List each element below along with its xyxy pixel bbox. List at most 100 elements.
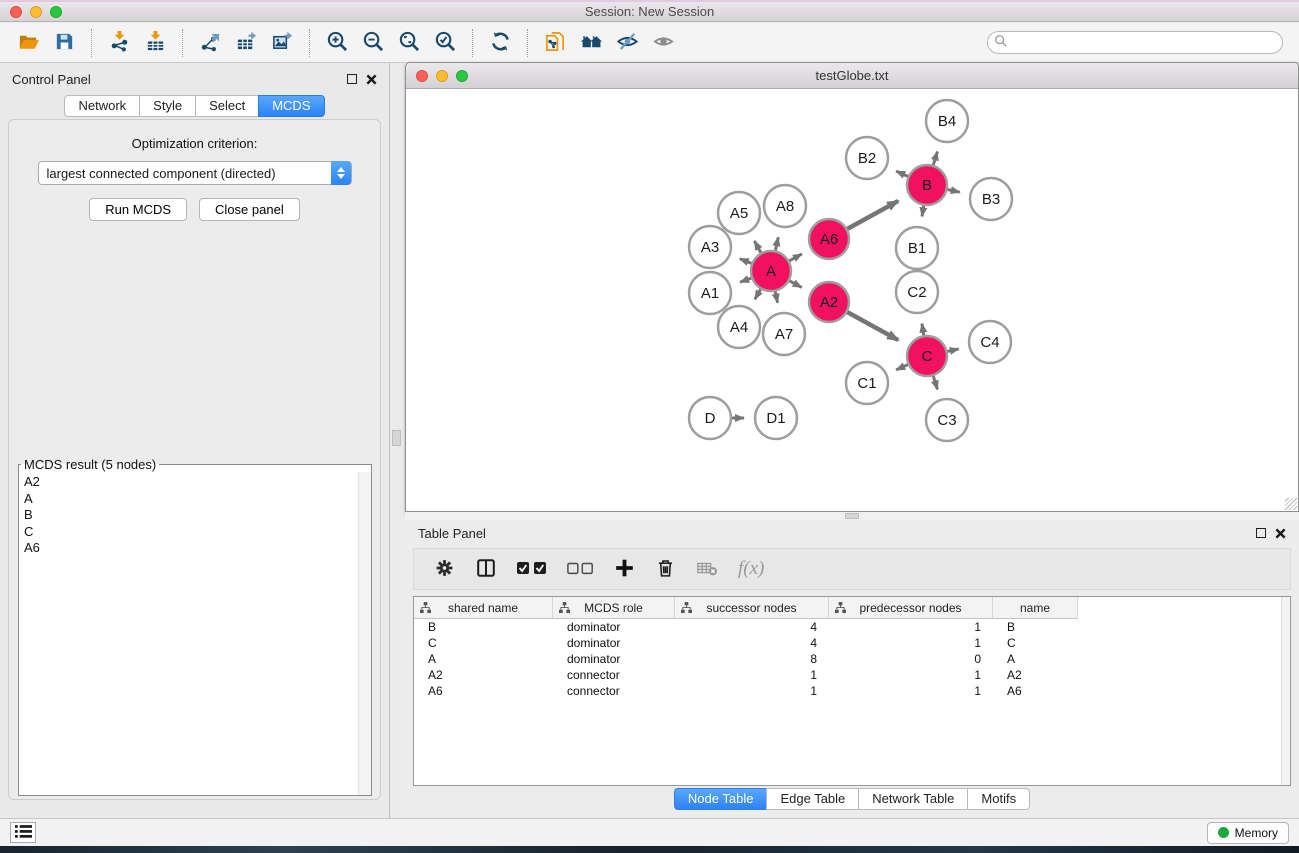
run-mcds-button[interactable]: Run MCDS (89, 198, 187, 221)
edge-A-A4[interactable] (755, 289, 761, 299)
table-cell[interactable]: dominator (553, 651, 675, 667)
column-header-shared-name[interactable]: shared name (414, 597, 553, 619)
show-graphics-details-button[interactable] (648, 28, 678, 58)
tab-style[interactable]: Style (139, 95, 196, 117)
table-cell[interactable]: 1 (829, 635, 993, 651)
vertical-splitter[interactable] (390, 63, 405, 818)
table-cell[interactable]: B (414, 619, 553, 635)
table-cell[interactable]: A (993, 651, 1078, 667)
new-network-from-selection-button[interactable] (540, 28, 570, 58)
table-cell[interactable]: A2 (414, 667, 553, 683)
edge-C-C2[interactable] (922, 324, 924, 336)
table-cell[interactable]: 4 (675, 619, 829, 635)
edge-A-A5[interactable] (754, 241, 760, 253)
export-image-button[interactable] (267, 28, 297, 58)
edge-A-A8[interactable] (775, 237, 778, 250)
column-header-name[interactable]: name (993, 597, 1078, 619)
table-cell[interactable]: dominator (553, 635, 675, 651)
table-cell[interactable]: A6 (414, 683, 553, 699)
table-tab-edge-table[interactable]: Edge Table (766, 788, 859, 810)
home-button[interactable] (576, 28, 606, 58)
column-view-button[interactable] (475, 554, 497, 584)
table-cell[interactable]: connector (553, 667, 675, 683)
column-header-successor-nodes[interactable]: successor nodes (675, 597, 829, 619)
edge-B-B4[interactable] (933, 152, 937, 165)
tab-mcds[interactable]: MCDS (258, 95, 324, 117)
search-input[interactable] (1012, 36, 1282, 50)
table-row[interactable]: A6connector11A6 (414, 683, 1290, 699)
zoom-selected-button[interactable] (430, 28, 460, 58)
result-scrollbar[interactable] (358, 472, 371, 795)
close-panel-icon[interactable] (366, 74, 377, 85)
edge-A2-C[interactable] (847, 312, 898, 340)
splitter-grip[interactable] (845, 513, 859, 519)
import-table-button[interactable] (140, 28, 170, 58)
task-history-button[interactable] (10, 822, 36, 843)
result-list-item[interactable]: B (20, 507, 357, 524)
edge-C-C1[interactable] (896, 365, 908, 370)
table-cell[interactable]: dominator (553, 619, 675, 635)
table-cell[interactable]: B (993, 619, 1078, 635)
edge-C-C4[interactable] (947, 349, 958, 352)
criterion-dropdown[interactable]: largest connected component (directed) (38, 161, 352, 185)
edge-A-A2[interactable] (790, 281, 802, 287)
edge-A6-B[interactable] (847, 201, 898, 229)
tab-select[interactable]: Select (195, 95, 259, 117)
result-list-item[interactable]: A2 (20, 474, 357, 491)
select-all-checkboxes-button[interactable] (517, 554, 547, 584)
zoom-fit-button[interactable] (394, 28, 424, 58)
table-cell[interactable]: A (414, 651, 553, 667)
refresh-layout-button[interactable] (485, 28, 515, 58)
table-cell[interactable]: 1 (829, 667, 993, 683)
zoom-out-button[interactable] (358, 28, 388, 58)
search-field[interactable] (987, 31, 1283, 54)
table-cell[interactable]: 4 (675, 635, 829, 651)
table-options-button[interactable] (434, 554, 455, 584)
delete-column-button[interactable] (655, 554, 676, 584)
table-tab-motifs[interactable]: Motifs (967, 788, 1030, 810)
edge-A-A3[interactable] (740, 259, 752, 264)
horizontal-splitter[interactable] (405, 512, 1299, 520)
table-row[interactable]: A2connector11A2 (414, 667, 1290, 683)
edge-B-B2[interactable] (896, 171, 908, 176)
import-network-button[interactable] (104, 28, 134, 58)
float-panel-icon[interactable] (1256, 528, 1266, 538)
table-tab-network-table[interactable]: Network Table (858, 788, 968, 810)
edge-A-A7[interactable] (775, 292, 777, 303)
table-tab-node-table[interactable]: Node Table (674, 788, 768, 810)
tab-network[interactable]: Network (64, 95, 140, 117)
edge-C-C3[interactable] (933, 376, 937, 389)
splitter-grip[interactable] (392, 430, 401, 446)
edge-A-A1[interactable] (740, 278, 751, 282)
table-scrollbar[interactable] (1281, 597, 1290, 785)
hide-graphics-details-button[interactable] (612, 28, 642, 58)
function-builder-button[interactable]: f(x) (738, 554, 764, 584)
table-row[interactable]: Cdominator41C (414, 635, 1290, 651)
result-list-item[interactable]: A6 (20, 540, 357, 557)
open-session-button[interactable] (13, 28, 43, 58)
memory-button[interactable]: Memory (1207, 822, 1289, 844)
table-cell[interactable]: 1 (675, 667, 829, 683)
export-table-button[interactable] (231, 28, 261, 58)
table-cell[interactable]: C (414, 635, 553, 651)
column-header-predecessor-nodes[interactable]: predecessor nodes (829, 597, 993, 619)
edge-A-A6[interactable] (789, 254, 801, 261)
table-cell[interactable]: 0 (829, 651, 993, 667)
close-panel-button[interactable]: Close panel (199, 198, 300, 221)
table-cell[interactable]: connector (553, 683, 675, 699)
table-row[interactable]: Adominator80A (414, 651, 1290, 667)
edge-B-B1[interactable] (922, 206, 924, 217)
export-network-button[interactable] (195, 28, 225, 58)
deselect-all-checkboxes-button[interactable] (567, 554, 594, 584)
table-cell[interactable]: C (993, 635, 1078, 651)
network-graph[interactable]: B4B2BB3A5A8A6B1A3AC2A1A2A4A7C4CC1C3DD1 (406, 89, 1298, 511)
table-cell[interactable]: 1 (829, 683, 993, 699)
result-list-item[interactable]: C (20, 524, 357, 541)
zoom-in-button[interactable] (322, 28, 352, 58)
result-list-item[interactable]: A (20, 491, 357, 508)
column-header-MCDS-role[interactable]: MCDS role (553, 597, 675, 619)
delete-table-button[interactable] (696, 554, 718, 584)
table-cell[interactable]: A2 (993, 667, 1078, 683)
edge-B-B3[interactable] (948, 189, 960, 192)
close-panel-icon[interactable] (1275, 528, 1286, 539)
